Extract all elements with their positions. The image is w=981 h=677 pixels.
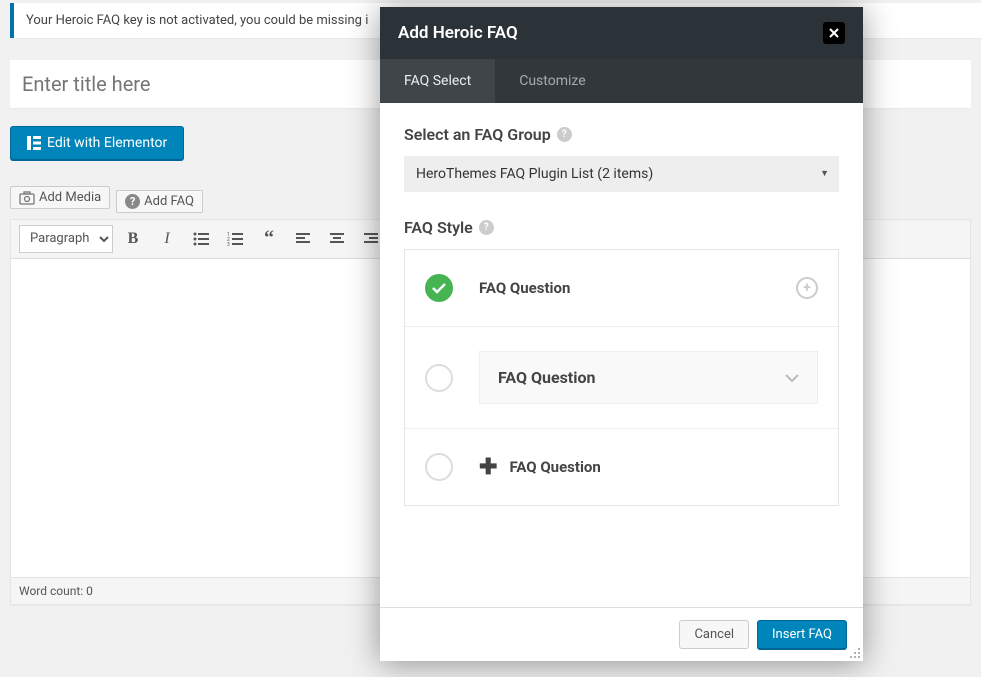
modal-footer: Cancel Insert FAQ xyxy=(380,607,863,661)
modal-tabs: FAQ Select Customize xyxy=(380,59,863,103)
tab-faq-select[interactable]: FAQ Select xyxy=(380,59,495,103)
style-option-2[interactable]: FAQ Question xyxy=(405,327,838,429)
italic-button[interactable]: I xyxy=(153,225,181,253)
edit-with-elementor-button[interactable]: Edit with Elementor xyxy=(10,126,184,160)
numbered-list-button[interactable]: 123 xyxy=(221,225,249,253)
cancel-button[interactable]: Cancel xyxy=(679,620,749,649)
close-icon xyxy=(829,28,839,38)
notice-text: Your Heroic FAQ key is not activated, yo… xyxy=(26,13,368,28)
question-icon: ? xyxy=(125,194,140,209)
style-preview-1: FAQ Question + xyxy=(479,277,818,299)
plus-icon: ✚ xyxy=(479,455,497,480)
faq-style-options: FAQ Question + FAQ Question ✚ FAQ Questi… xyxy=(404,249,839,506)
add-faq-modal: Add Heroic FAQ FAQ Select Customize Sele… xyxy=(380,7,863,661)
plus-circle-icon: + xyxy=(796,277,818,299)
help-icon[interactable]: ? xyxy=(479,220,494,235)
add-media-button[interactable]: Add Media xyxy=(10,186,110,209)
modal-close-button[interactable] xyxy=(823,22,845,44)
style-option-1[interactable]: FAQ Question + xyxy=(405,250,838,327)
insert-faq-button[interactable]: Insert FAQ xyxy=(757,620,847,649)
align-center-button[interactable] xyxy=(323,225,351,253)
align-left-button[interactable] xyxy=(289,225,317,253)
help-icon[interactable]: ? xyxy=(557,127,572,142)
modal-body[interactable]: Select an FAQ Group ? HeroThemes FAQ Plu… xyxy=(380,103,863,607)
resize-handle-icon[interactable] xyxy=(849,647,861,659)
modal-title: Add Heroic FAQ xyxy=(398,23,518,43)
svg-text:3: 3 xyxy=(227,242,230,246)
style-preview-2: FAQ Question xyxy=(479,351,818,404)
elementor-icon xyxy=(27,136,41,150)
bullet-list-button[interactable] xyxy=(187,225,215,253)
quote-button[interactable]: “ xyxy=(255,225,283,253)
modal-header: Add Heroic FAQ xyxy=(380,7,863,59)
radio-selected[interactable] xyxy=(425,274,453,302)
chevron-down-icon xyxy=(785,374,799,382)
radio-unselected[interactable] xyxy=(425,364,453,392)
camera-icon xyxy=(19,191,35,205)
style-option-3[interactable]: ✚ FAQ Question xyxy=(405,429,838,505)
elementor-button-label: Edit with Elementor xyxy=(47,135,167,151)
word-count: Word count: 0 xyxy=(19,584,93,598)
faq-group-select[interactable]: HeroThemes FAQ Plugin List (2 items) xyxy=(404,156,839,192)
group-section-label: Select an FAQ Group ? xyxy=(404,125,839,144)
format-select[interactable]: Paragraph xyxy=(19,225,113,253)
add-media-label: Add Media xyxy=(39,190,101,205)
add-faq-button[interactable]: ? Add FAQ xyxy=(116,190,203,213)
bold-button[interactable]: B xyxy=(119,225,147,253)
check-icon xyxy=(432,283,446,294)
radio-unselected[interactable] xyxy=(425,453,453,481)
tab-customize[interactable]: Customize xyxy=(495,59,609,103)
add-faq-label: Add FAQ xyxy=(144,194,194,209)
style-section-label: FAQ Style ? xyxy=(404,218,839,237)
style-preview-3: ✚ FAQ Question xyxy=(479,455,818,480)
